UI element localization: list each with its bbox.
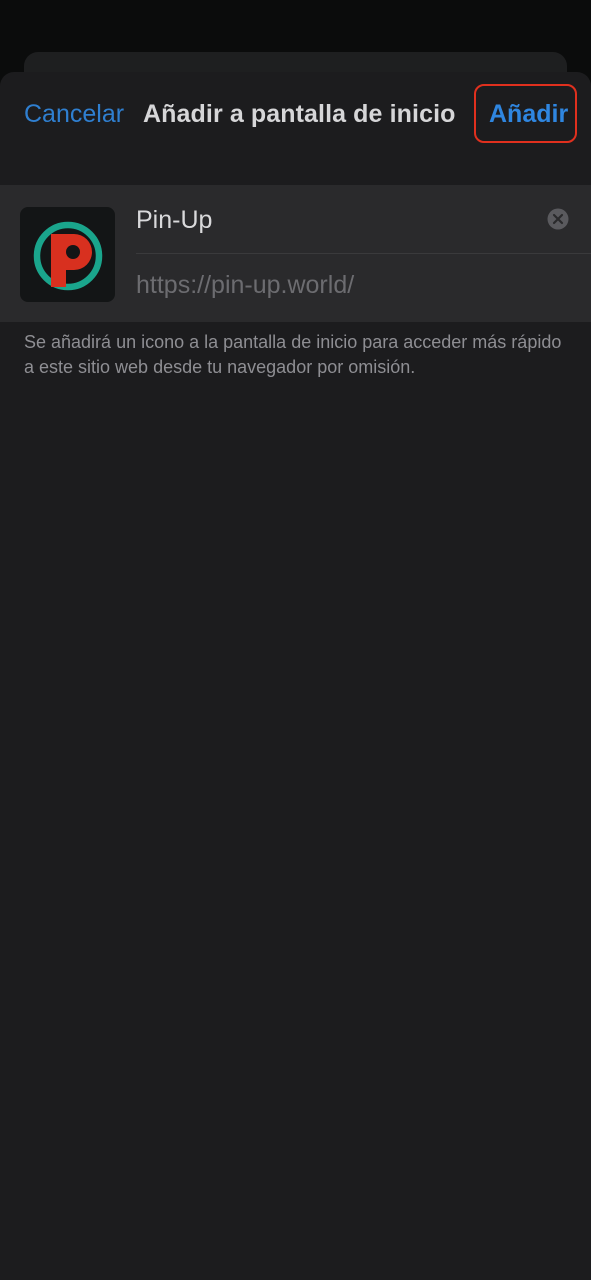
bookmark-card: https://pin-up.world/ xyxy=(0,185,591,322)
pin-up-logo-icon xyxy=(20,207,115,302)
bookmark-name-field[interactable] xyxy=(136,203,576,237)
field-divider xyxy=(136,253,591,254)
cancel-button[interactable]: Cancelar xyxy=(24,100,124,129)
info-description: Se añadirá un icono a la pantalla de ini… xyxy=(24,332,562,377)
bookmark-url: https://pin-up.world/ xyxy=(136,271,355,299)
clear-text-icon[interactable] xyxy=(547,208,569,230)
add-button[interactable]: Añadir xyxy=(489,100,568,129)
navigation-bar: Cancelar Añadir a pantalla de inicio Aña… xyxy=(0,72,591,185)
add-to-home-screen-sheet: Cancelar Añadir a pantalla de inicio Aña… xyxy=(0,72,591,1280)
page-title: Añadir a pantalla de inicio xyxy=(143,100,456,128)
